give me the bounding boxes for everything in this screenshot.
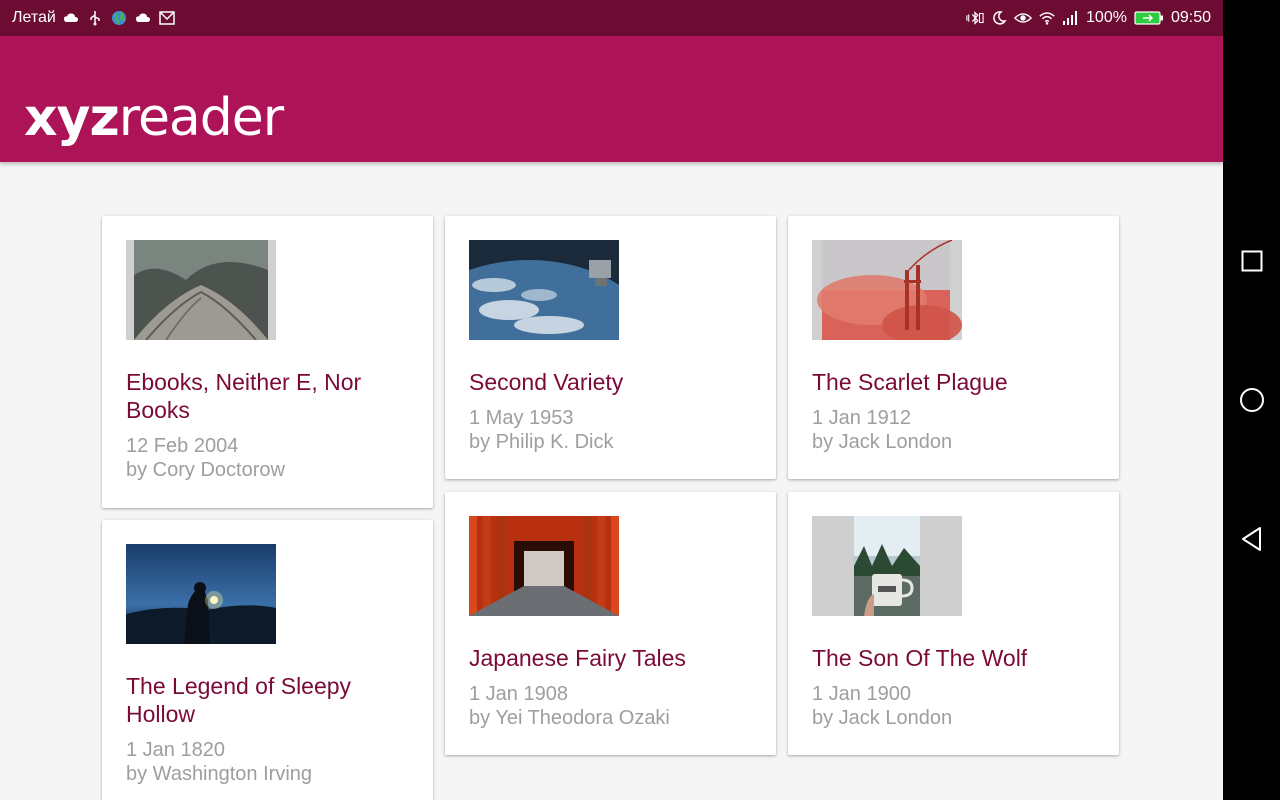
bridge-in-red-fog-photo (812, 240, 962, 340)
article-card[interactable]: The Son Of The Wolf 1 Jan 1900 by Jack L… (788, 492, 1119, 755)
article-date: 1 May 1953 (469, 407, 574, 429)
article-thumbnail (469, 516, 619, 616)
carrier-name: Летай (12, 9, 56, 26)
bluetooth-vibrate-icon (966, 9, 984, 27)
clock: 09:50 (1170, 9, 1211, 26)
battery-charging-icon (1133, 9, 1165, 27)
article-card[interactable]: The Scarlet Plague 1 Jan 1912 by Jack Lo… (788, 216, 1119, 479)
moon-icon (990, 9, 1008, 27)
recent-apps-button[interactable] (1235, 244, 1269, 278)
system-navigation-bar (1223, 0, 1280, 800)
article-card[interactable]: Ebooks, Neither E, Nor Books 12 Feb 2004… (102, 216, 433, 508)
usb-icon (86, 9, 104, 27)
article-card[interactable]: Japanese Fairy Tales 1 Jan 1908 by Yei T… (445, 492, 776, 755)
cloud-icon (134, 9, 152, 27)
circle-icon (1240, 388, 1264, 412)
app-screen: Летай 100% 09:50 xyzreader Ebooks, Neith… (0, 0, 1223, 800)
glass-curves-photo (126, 240, 276, 340)
article-title: The Son Of The Wolf (812, 645, 1028, 671)
mail-icon (158, 9, 176, 27)
article-author: by Jack London (812, 431, 953, 453)
square-icon (1241, 250, 1263, 272)
globe-icon (110, 9, 128, 27)
back-button[interactable] (1235, 522, 1269, 556)
wifi-icon (1038, 9, 1056, 27)
article-date: 1 Jan 1820 (126, 739, 225, 761)
article-date: 1 Jan 1900 (812, 683, 911, 705)
battery-percent: 100% (1086, 9, 1127, 26)
status-bar: Летай 100% 09:50 (0, 0, 1223, 36)
earth-from-orbit-photo (469, 240, 619, 340)
back-triangle-icon (1242, 527, 1261, 551)
eye-icon (1014, 9, 1033, 27)
article-author: by Cory Doctorow (126, 459, 285, 481)
article-thumbnail (812, 516, 962, 616)
signal-icon (1062, 9, 1080, 27)
article-title: Second Variety (469, 369, 624, 395)
article-title: The Legend of Sleepy Hollow (126, 673, 352, 727)
article-title: Japanese Fairy Tales (469, 645, 686, 671)
home-button[interactable] (1235, 383, 1269, 417)
article-thumbnail (469, 240, 619, 340)
cloud-icon (62, 9, 80, 27)
logo-light-text: reader (118, 88, 284, 148)
article-date: 1 Jan 1912 (812, 407, 911, 429)
article-thumbnail (126, 544, 276, 644)
article-author: by Yei Theodora Ozaki (469, 707, 670, 729)
article-author: by Washington Irving (126, 763, 313, 785)
article-author: by Jack London (812, 707, 953, 729)
article-card[interactable]: Second Variety 1 May 1953 by Philip K. D… (445, 216, 776, 479)
article-author: by Philip K. Dick (469, 431, 614, 453)
logo-bold-text: xyz (24, 88, 120, 148)
app-logo: xyzreader (24, 92, 284, 144)
camp-mug-photo (812, 516, 962, 616)
article-thumbnail (126, 240, 276, 340)
article-thumbnail (812, 240, 962, 340)
lantern-at-dusk-photo (126, 544, 276, 644)
article-card[interactable]: The Legend of Sleepy Hollow 1 Jan 1820 b… (102, 520, 433, 800)
article-title: Ebooks, Neither E, Nor Books (126, 369, 362, 423)
article-date: 12 Feb 2004 (126, 435, 239, 457)
article-date: 1 Jan 1908 (469, 683, 568, 705)
app-bar: xyzreader (0, 36, 1223, 162)
article-title: The Scarlet Plague (812, 369, 1008, 395)
torii-gates-photo (469, 516, 619, 616)
